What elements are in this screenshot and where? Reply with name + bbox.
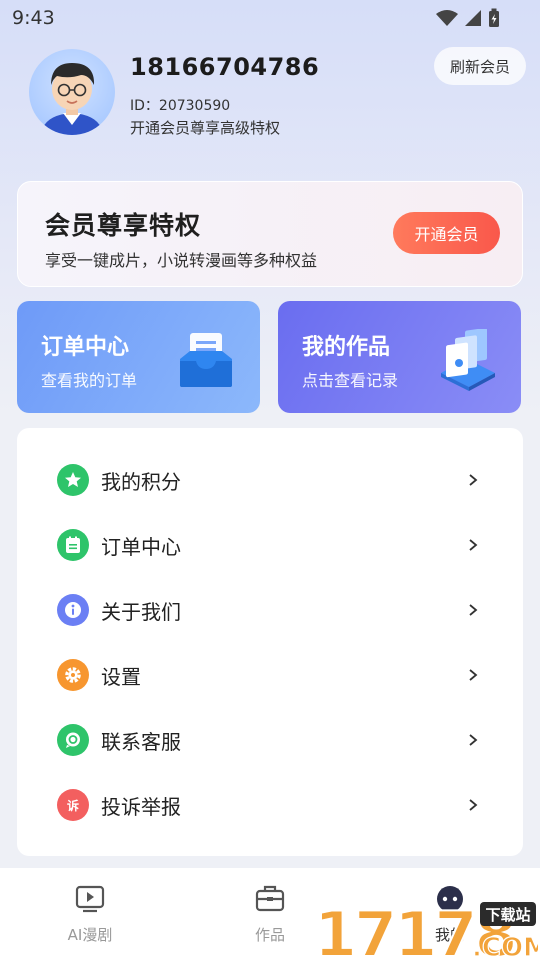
menu-item-label: 我的积分 [101,469,181,494]
vip-hint: 开通会员尊享高级特权 [130,119,281,137]
menu-item-label: 投诉举报 [101,794,181,819]
my-works-card[interactable]: 我的作品 点击查看记录 [278,301,521,413]
battery-icon [489,8,499,27]
menu-list: 我的积分 订单中心 关于我们 设置 联系客服 诉 投诉举报 [17,428,523,856]
info-icon [57,594,89,626]
watermark-domain: .COM [472,933,538,960]
menu-item-about[interactable]: 关于我们 [17,580,523,640]
menu-item-label: 设置 [101,664,141,689]
open-vip-button[interactable]: 开通会员 [393,212,500,254]
tab-label: AI漫剧 [67,926,113,944]
briefcase-icon [255,885,285,912]
user-phone: 18166704786 [130,53,320,81]
status-icons [436,8,500,28]
site-watermark-logo: 17178 下载站 .COM [313,898,538,960]
menu-item-customer-service[interactable]: 联系客服 [17,710,523,770]
menu-item-label: 联系客服 [101,729,181,754]
menu-item-orders[interactable]: 订单中心 [17,515,523,575]
menu-item-settings[interactable]: 设置 [17,645,523,705]
tab-ai-drama[interactable]: AI漫剧 [0,868,180,960]
menu-item-points[interactable]: 我的积分 [17,450,523,510]
menu-item-label: 关于我们 [101,599,181,624]
chevron-right-icon [469,539,478,551]
vip-card-title: 会员尊享特权 [45,211,202,240]
chevron-right-icon [469,604,478,616]
chevron-right-icon [469,474,478,486]
watermark-site-tag: 下载站 [485,906,530,924]
menu-item-label: 订单中心 [101,534,181,559]
my-works-card-title: 我的作品 [302,335,391,360]
refresh-vip-button[interactable]: 刷新会员 [434,47,526,85]
avatar[interactable] [29,49,115,135]
menu-item-report[interactable]: 诉 投诉举报 [17,775,523,835]
tab-label: 作品 [254,926,285,944]
my-works-card-subtitle: 点击查看记录 [302,371,399,390]
chevron-right-icon [469,669,478,681]
order-center-card[interactable]: 订单中心 查看我的订单 [17,301,260,413]
documents-stack-icon [441,329,495,391]
vip-card-subtitle: 享受一键成片，小说转漫画等多种权益 [45,251,318,270]
complaint-icon-glyph: 诉 [66,798,79,813]
user-id: ID：20730590 [130,98,231,114]
star-icon [57,464,89,496]
status-bar: 9:43 [0,0,540,36]
complaint-icon: 诉 [57,789,89,821]
cellular-signal-icon [465,10,481,26]
wifi-icon [436,10,458,26]
gear-icon [57,659,89,691]
vip-card: 会员尊享特权 享受一键成片，小说转漫画等多种权益 开通会员 [17,181,523,287]
order-center-card-subtitle: 查看我的订单 [41,371,138,390]
order-center-card-title: 订单中心 [41,335,130,360]
avatar-boy-icon [41,63,103,135]
notepad-icon [57,529,89,561]
inbox-tray-icon [180,333,232,387]
chat-icon [57,724,89,756]
chevron-right-icon [469,734,478,746]
play-screen-icon [75,885,105,913]
status-time: 9:43 [12,7,55,29]
chevron-right-icon [469,799,478,811]
